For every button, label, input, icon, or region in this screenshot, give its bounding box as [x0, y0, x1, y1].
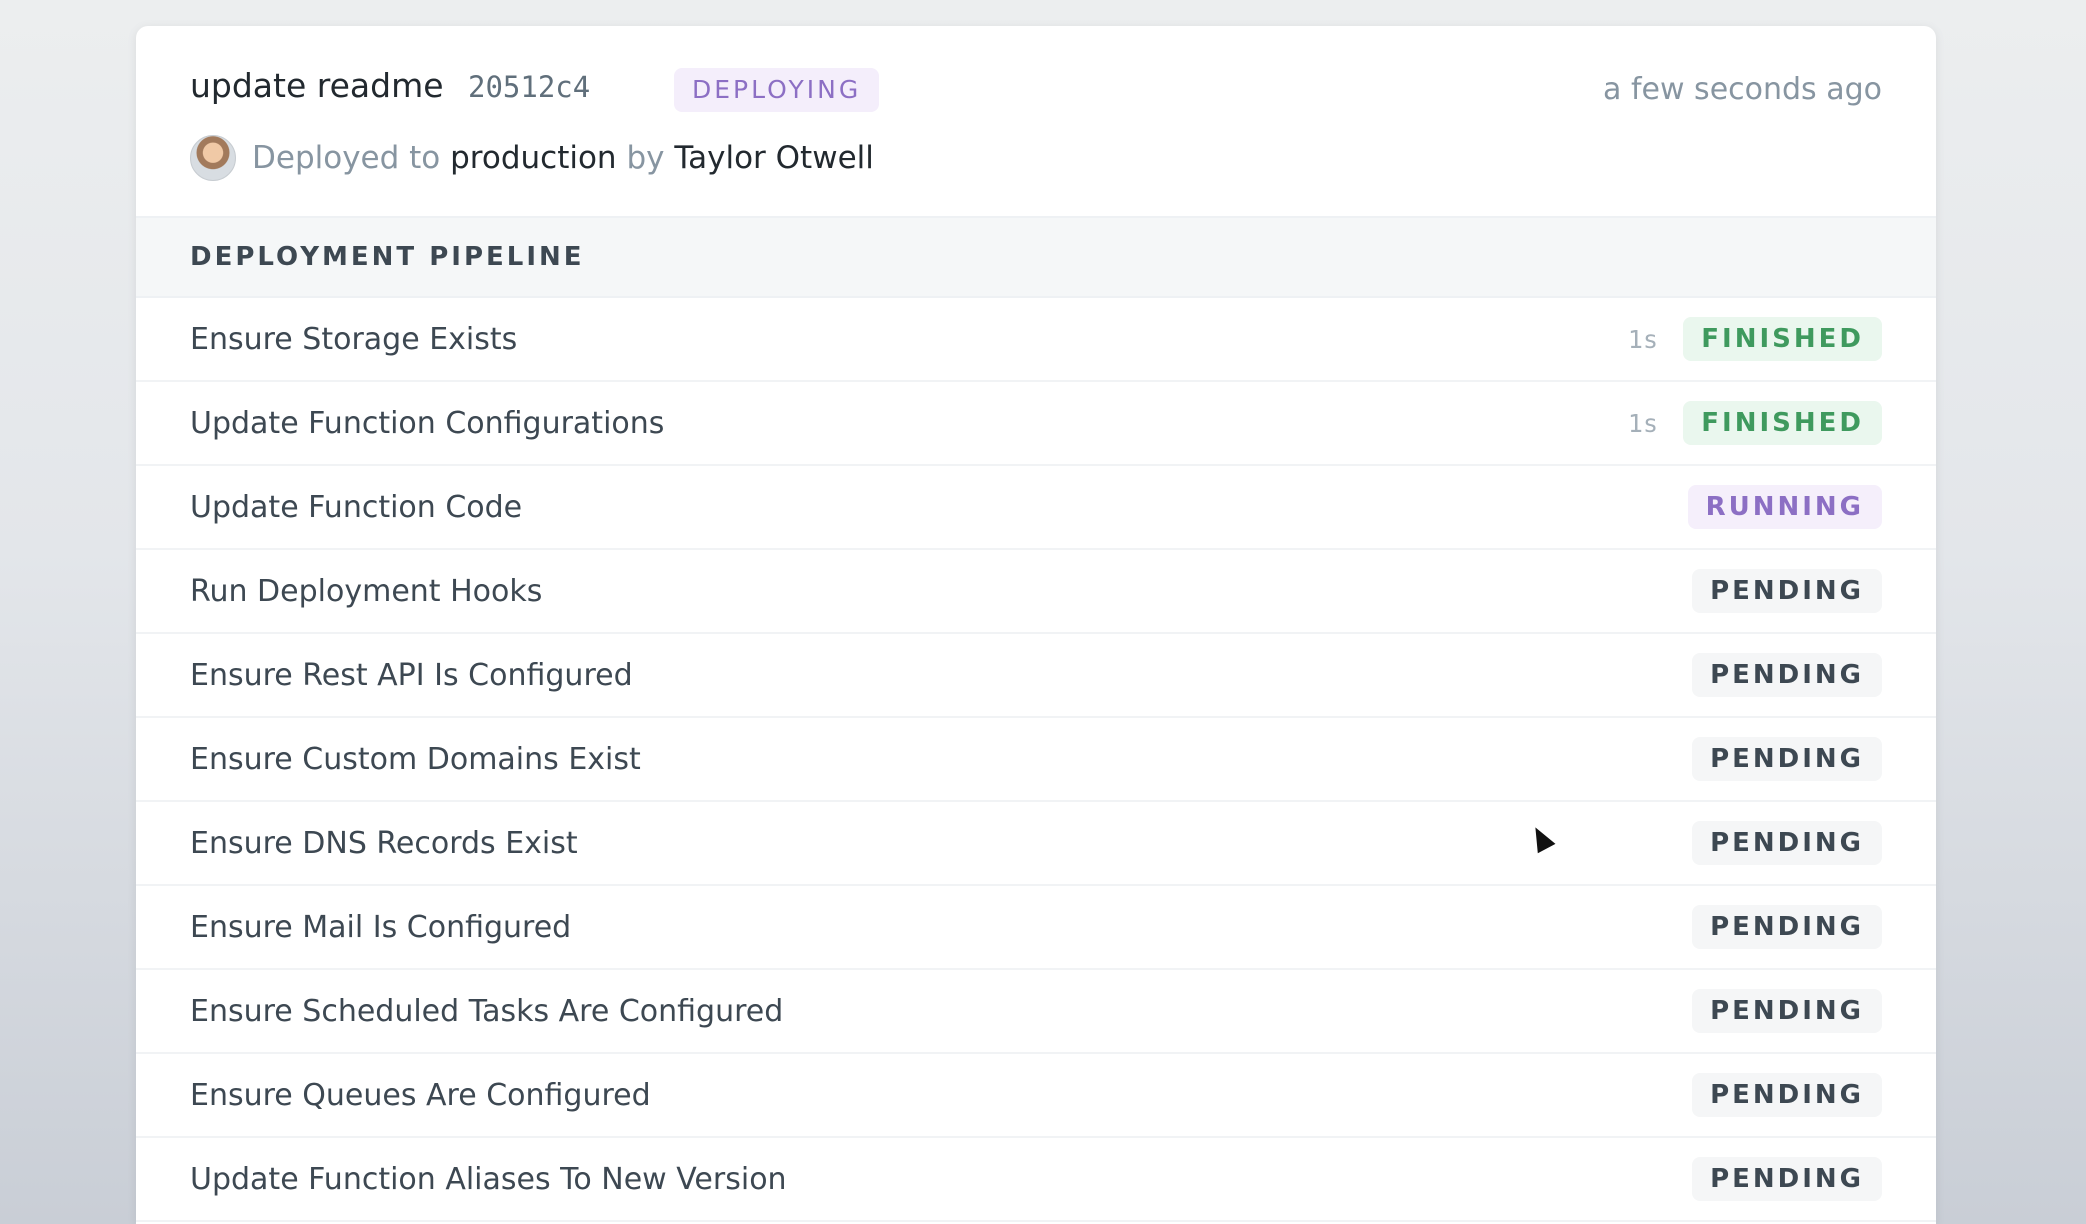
pipeline-step-row: Ensure Rest API Is Configured PENDING	[136, 634, 1936, 718]
step-status-badge: PENDING	[1692, 1073, 1882, 1117]
step-status-badge: PENDING	[1692, 1157, 1882, 1201]
step-status-badge: PENDING	[1692, 905, 1882, 949]
deployed-to-label: Deployed to	[252, 140, 451, 176]
step-status-badge: RUNNING	[1687, 485, 1882, 529]
step-label: Ensure Custom Domains Exist	[190, 741, 641, 777]
step-label: Update Function Aliases To New Version	[190, 1161, 787, 1197]
avatar	[190, 135, 236, 181]
step-label: Ensure Scheduled Tasks Are Configured	[190, 993, 784, 1029]
step-status-badge: PENDING	[1692, 821, 1882, 865]
deployment-status-badge: DEPLOYING	[674, 68, 880, 112]
pipeline-step-row: Ensure Scheduled Tasks Are Configured PEN…	[136, 970, 1936, 1054]
pipeline-step-row: Run Deployment Hooks PENDING	[136, 550, 1936, 634]
step-duration: 1s	[1627, 408, 1658, 438]
step-label: Ensure Rest API Is Configured	[190, 657, 633, 693]
step-label: Update Function Configurations	[190, 405, 665, 441]
pipeline-step-row: Update Function Code RUNNING	[136, 466, 1936, 550]
pipeline-step-row: Ensure Custom Domains Exist PENDING	[136, 718, 1936, 802]
pipeline-step-row: Ensure Queues Are Configured PENDING	[136, 1054, 1936, 1138]
pipeline-step-row: Update Function Aliases To New Version PE…	[136, 1138, 1936, 1222]
step-status-badge: FINISHED	[1683, 317, 1882, 361]
step-label: Run Deployment Hooks	[190, 573, 543, 609]
deployment-meta: Deployed to production by Taylor Otwell	[190, 135, 874, 181]
deployment-card: update readme 20512c4 DEPLOYING a few se…	[136, 26, 1936, 1224]
step-status-badge: PENDING	[1692, 989, 1882, 1033]
step-status-badge: PENDING	[1692, 569, 1882, 613]
pipeline-step-row: Ensure Storage Exists 1s FINISHED	[136, 298, 1936, 382]
step-label: Ensure Storage Exists	[190, 321, 518, 357]
step-label: Ensure Queues Are Configured	[190, 1077, 651, 1113]
deployer-name: Taylor Otwell	[674, 140, 874, 176]
step-duration: 1s	[1627, 324, 1658, 354]
deployment-header: update readme 20512c4 DEPLOYING a few se…	[136, 26, 1936, 218]
environment-name: production	[450, 140, 617, 176]
step-label: Ensure DNS Records Exist	[190, 825, 578, 861]
step-status-badge: PENDING	[1692, 653, 1882, 697]
commit-hash[interactable]: 20512c4	[468, 70, 590, 104]
step-status-badge: FINISHED	[1683, 401, 1882, 445]
pipeline-heading: DEPLOYMENT PIPELINE	[136, 218, 1936, 298]
commit-message: update readme	[190, 66, 444, 105]
step-status-badge: PENDING	[1692, 737, 1882, 781]
pipeline-step-row: Ensure DNS Records Exist PENDING	[136, 802, 1936, 886]
pipeline-step-row: Update Function Configurations 1s FINISHED	[136, 382, 1936, 466]
pipeline-steps: Ensure Storage Exists 1s FINISHED Update Fu…	[136, 298, 1936, 1222]
step-label: Ensure Mail Is Configured	[190, 909, 572, 945]
deployed-by-label: by	[616, 140, 675, 176]
step-label: Update Function Code	[190, 489, 523, 525]
deployment-time: a few seconds ago	[1603, 72, 1882, 107]
pipeline-step-row: Ensure Mail Is Configured PENDING	[136, 886, 1936, 970]
